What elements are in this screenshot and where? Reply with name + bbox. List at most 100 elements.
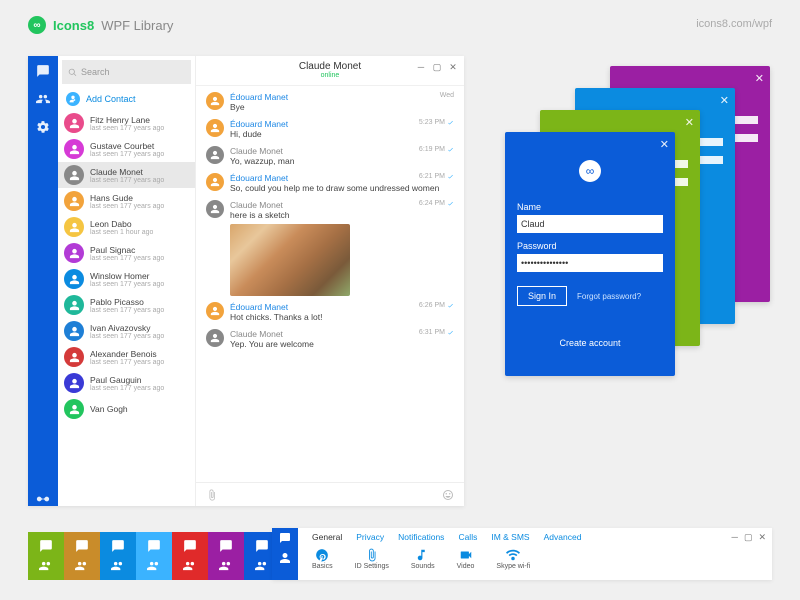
contacts-icon [39,559,53,573]
message-row: Claude Monet here is a sketch 6:24 PM [206,200,454,296]
contacts-icon [219,559,233,573]
message-image[interactable] [230,224,350,296]
add-contact-label: Add Contact [86,94,136,104]
contact-name: Pablo Picasso [90,297,164,307]
settings-item-label: Sounds [411,563,435,570]
message-text: Hot chicks. Thanks a lot! [230,312,454,323]
contact-subtext: last seen 177 years ago [90,177,164,184]
close-icon[interactable]: ✕ [685,116,694,129]
contact-item[interactable]: Claude Monet last seen 177 years ago [58,162,195,188]
contact-item[interactable]: Pablo Picasso last seen 177 years ago [58,292,195,318]
color-swatch[interactable] [208,532,244,580]
create-account-link[interactable]: Create account [517,338,663,348]
contact-item[interactable]: Hans Gude last seen 177 years ago [58,188,195,214]
settings-item-sounds[interactable]: Sounds [411,548,435,570]
attach-icon[interactable] [206,489,218,501]
contacts-icon [111,559,125,573]
minimize-button[interactable]: ─ [732,532,738,543]
chat-status: online [321,72,340,80]
message-text: Hi, dude [230,129,454,140]
settings-icons-row: Basics ID Settings Sounds Video Skype wi-fi [298,546,772,570]
settings-item-id-settings[interactable]: ID Settings [355,548,389,570]
message-time: 6:24 PM [419,200,454,207]
signin-button[interactable]: Sign In [517,286,567,306]
settings-item-label: Skype wi-fi [496,563,530,570]
avatar-icon [64,139,84,159]
contact-name: Winslow Homer [90,271,164,281]
chat-icon [75,539,89,553]
message-avatar-icon [206,92,224,110]
contact-subtext: last seen 177 years ago [90,203,164,210]
close-icon[interactable]: ✕ [755,72,764,85]
search-input[interactable]: Search [62,60,191,84]
check-icon [447,119,454,126]
forgot-password-link[interactable]: Forgot password? [577,292,641,301]
name-input[interactable] [517,215,663,233]
close-icon[interactable]: ✕ [720,94,729,107]
contact-name: Paul Signac [90,245,164,255]
contact-item[interactable]: Paul Signac last seen 177 years ago [58,240,195,266]
tab-notifications[interactable]: Notifications [398,532,444,542]
color-swatch[interactable] [172,532,208,580]
contact-item[interactable]: Fitz Henry Lane last seen 177 years ago [58,110,195,136]
contact-subtext: last seen 177 years ago [90,151,164,158]
login-logo-icon: ∞ [579,160,601,182]
settings-rail [272,528,298,580]
contact-subtext: last seen 177 years ago [90,307,164,314]
color-swatch[interactable] [100,532,136,580]
contact-item[interactable]: Paul Gauguin last seen 177 years ago [58,370,195,396]
contact-item[interactable]: Ivan Aivazovsky last seen 177 years ago [58,318,195,344]
contact-list: Fitz Henry Lane last seen 177 years ago … [58,110,195,506]
contact-item[interactable]: Gustave Courbet last seen 177 years ago [58,136,195,162]
emoji-icon[interactable] [442,489,454,501]
settings-item-label: ID Settings [355,563,389,570]
message-list[interactable]: Édouard Manet Bye Wed Édouard Manet Hi, … [196,86,464,482]
add-contact-button[interactable]: Add Contact [58,88,195,110]
maximize-button[interactable]: ▢ [432,62,442,72]
password-input[interactable] [517,254,663,272]
close-button[interactable]: ✕ [448,62,458,72]
settings-item-skype-wi-fi[interactable]: Skype wi-fi [496,548,530,570]
contact-name: Fitz Henry Lane [90,115,164,125]
chat-icon[interactable] [36,64,50,78]
close-button[interactable]: ✕ [758,532,766,543]
compose-bar[interactable] [196,482,464,506]
contact-item[interactable]: Van Gogh [58,396,195,422]
settings-gear-icon[interactable] [36,120,50,134]
check-icon [447,329,454,336]
color-swatch[interactable] [136,532,172,580]
brand-url: icons8.com/wpf [696,18,772,30]
contact-item[interactable]: Winslow Homer last seen 177 years ago [58,266,195,292]
tab-privacy[interactable]: Privacy [356,532,384,542]
contacts-icon[interactable] [279,552,291,564]
color-swatch[interactable] [64,532,100,580]
message-row: Édouard Manet Hot chicks. Thanks a lot! … [206,302,454,323]
contact-subtext: last seen 177 years ago [90,333,164,340]
brand-logo-icon: ∞ [28,16,46,34]
contacts-icon[interactable] [36,92,50,106]
avatar-icon [64,191,84,211]
contact-item[interactable]: Leon Dabo last seen 1 hour ago [58,214,195,240]
check-icon [447,173,454,180]
tab-calls[interactable]: Calls [458,532,477,542]
minimize-button[interactable]: ─ [416,62,426,72]
settings-item-basics[interactable]: Basics [312,548,333,570]
tab-advanced[interactable]: Advanced [544,532,582,542]
message-text: Yep. You are welcome [230,339,454,350]
avatar-icon [64,399,84,419]
color-swatch[interactable] [28,532,64,580]
contact-name: Leon Dabo [90,219,153,229]
close-icon[interactable]: ✕ [660,138,669,151]
chat-icon[interactable] [279,532,291,544]
tab-general[interactable]: General [312,532,342,542]
avatar-icon [64,113,84,133]
infinity-icon[interactable] [36,492,50,506]
avatar-icon [64,347,84,367]
contacts-icon [255,559,269,573]
contact-item[interactable]: Alexander Benois last seen 177 years ago [58,344,195,370]
contact-subtext: last seen 177 years ago [90,281,164,288]
login-card-blue: ✕ ∞ Name Password Sign In Forgot passwor… [505,132,675,376]
maximize-button[interactable]: ▢ [744,532,753,543]
settings-item-video[interactable]: Video [457,548,475,570]
tab-im-sms[interactable]: IM & SMS [491,532,529,542]
